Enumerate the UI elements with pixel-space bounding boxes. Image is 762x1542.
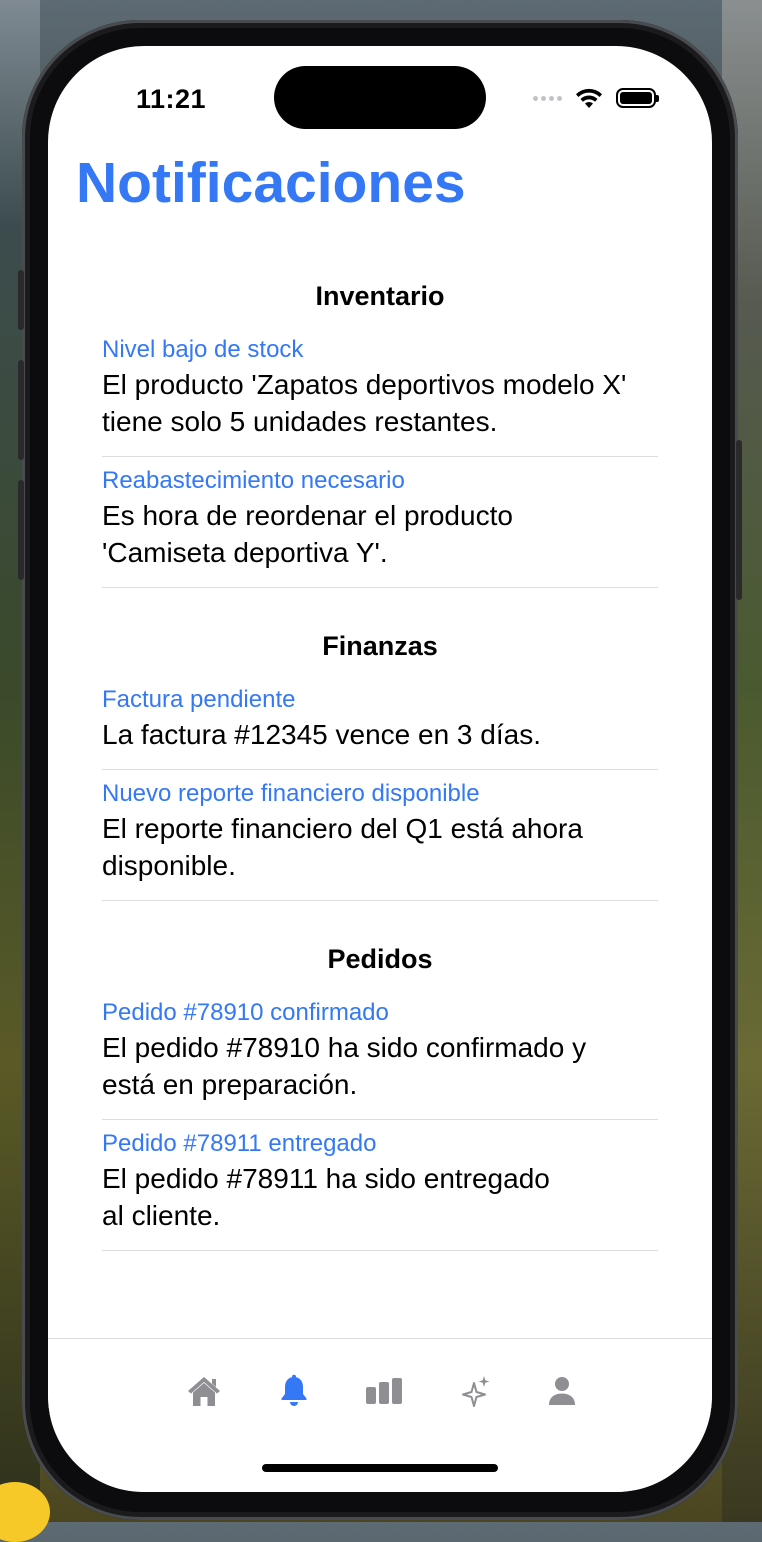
notification-item[interactable]: Pedido #78911 entregado El pedido #78911… (102, 1120, 658, 1251)
section-header-inventario: Inventario (315, 281, 445, 311)
notification-body-line: El pedido #78910 ha sido confirmado y (102, 1032, 587, 1063)
notification-item[interactable]: Nuevo reporte financiero disponible El r… (102, 770, 658, 901)
notification-body-line: Es hora de reordenar el producto (102, 500, 513, 531)
notification-body-line: El producto 'Zapatos deportivos modelo X… (102, 369, 627, 400)
notification-item[interactable]: Reabastecimiento necesario Es hora de re… (102, 457, 658, 588)
volume-down-button (18, 480, 24, 580)
tab-profile[interactable] (538, 1367, 586, 1415)
notification-body-line: 'Camiseta deportiva Y'. (102, 537, 388, 568)
status-icons (533, 86, 659, 110)
notification-title: Pedido #78910 confirmado (102, 999, 389, 1026)
side-button (18, 270, 24, 330)
tab-ai[interactable] (452, 1367, 500, 1415)
notification-body-line: está en preparación. (102, 1069, 358, 1100)
signal-icon (533, 95, 562, 101)
bar-chart-icon (366, 1378, 402, 1404)
status-time: 11:21 (136, 84, 207, 114)
notification-body-line: El reporte financiero del Q1 está ahora (102, 813, 583, 844)
house-icon (188, 1377, 220, 1406)
notification-body-line: tiene solo 5 unidades restantes. (102, 406, 498, 437)
section-header-finanzas: Finanzas (322, 631, 438, 661)
home-indicator[interactable] (262, 1464, 498, 1472)
phone-screen: 11:21 Notificaciones Inventario Nivel ba… (48, 46, 712, 1492)
tab-notifications[interactable] (270, 1367, 318, 1415)
page-title: Notificaciones (76, 151, 466, 215)
notification-title: Nivel bajo de stock (102, 336, 304, 363)
tab-home[interactable] (180, 1367, 228, 1415)
notification-title: Factura pendiente (102, 686, 296, 713)
sparkles-icon (462, 1376, 490, 1407)
notification-item[interactable]: Pedido #78910 confirmado El pedido #7891… (102, 997, 658, 1120)
section-header-pedidos: Pedidos (327, 944, 433, 974)
notification-body-line: disponible. (102, 850, 236, 881)
notification-title: Reabastecimiento necesario (102, 467, 405, 494)
battery-icon (616, 88, 659, 108)
power-button (736, 440, 742, 600)
notification-title: Pedido #78911 entregado (102, 1130, 377, 1157)
notification-body-line: al cliente. (102, 1200, 221, 1231)
wifi-icon (576, 88, 602, 108)
background-blob (0, 1482, 50, 1542)
notification-body-line: La factura #12345 vence en 3 días. (102, 719, 541, 750)
notifications-list: Inventario Nivel bajo de stock El produc… (48, 266, 712, 1251)
notification-title: Nuevo reporte financiero disponible (102, 780, 480, 807)
volume-up-button (18, 360, 24, 460)
person-icon (549, 1377, 575, 1405)
notification-body-line: El pedido #78911 ha sido entregado (102, 1163, 550, 1194)
dynamic-island (274, 66, 486, 129)
notification-item[interactable]: Factura pendiente La factura #12345 venc… (102, 684, 658, 770)
bell-icon (281, 1374, 307, 1406)
tab-stats[interactable] (360, 1367, 408, 1415)
notification-item[interactable]: Nivel bajo de stock El producto 'Zapatos… (102, 334, 658, 457)
